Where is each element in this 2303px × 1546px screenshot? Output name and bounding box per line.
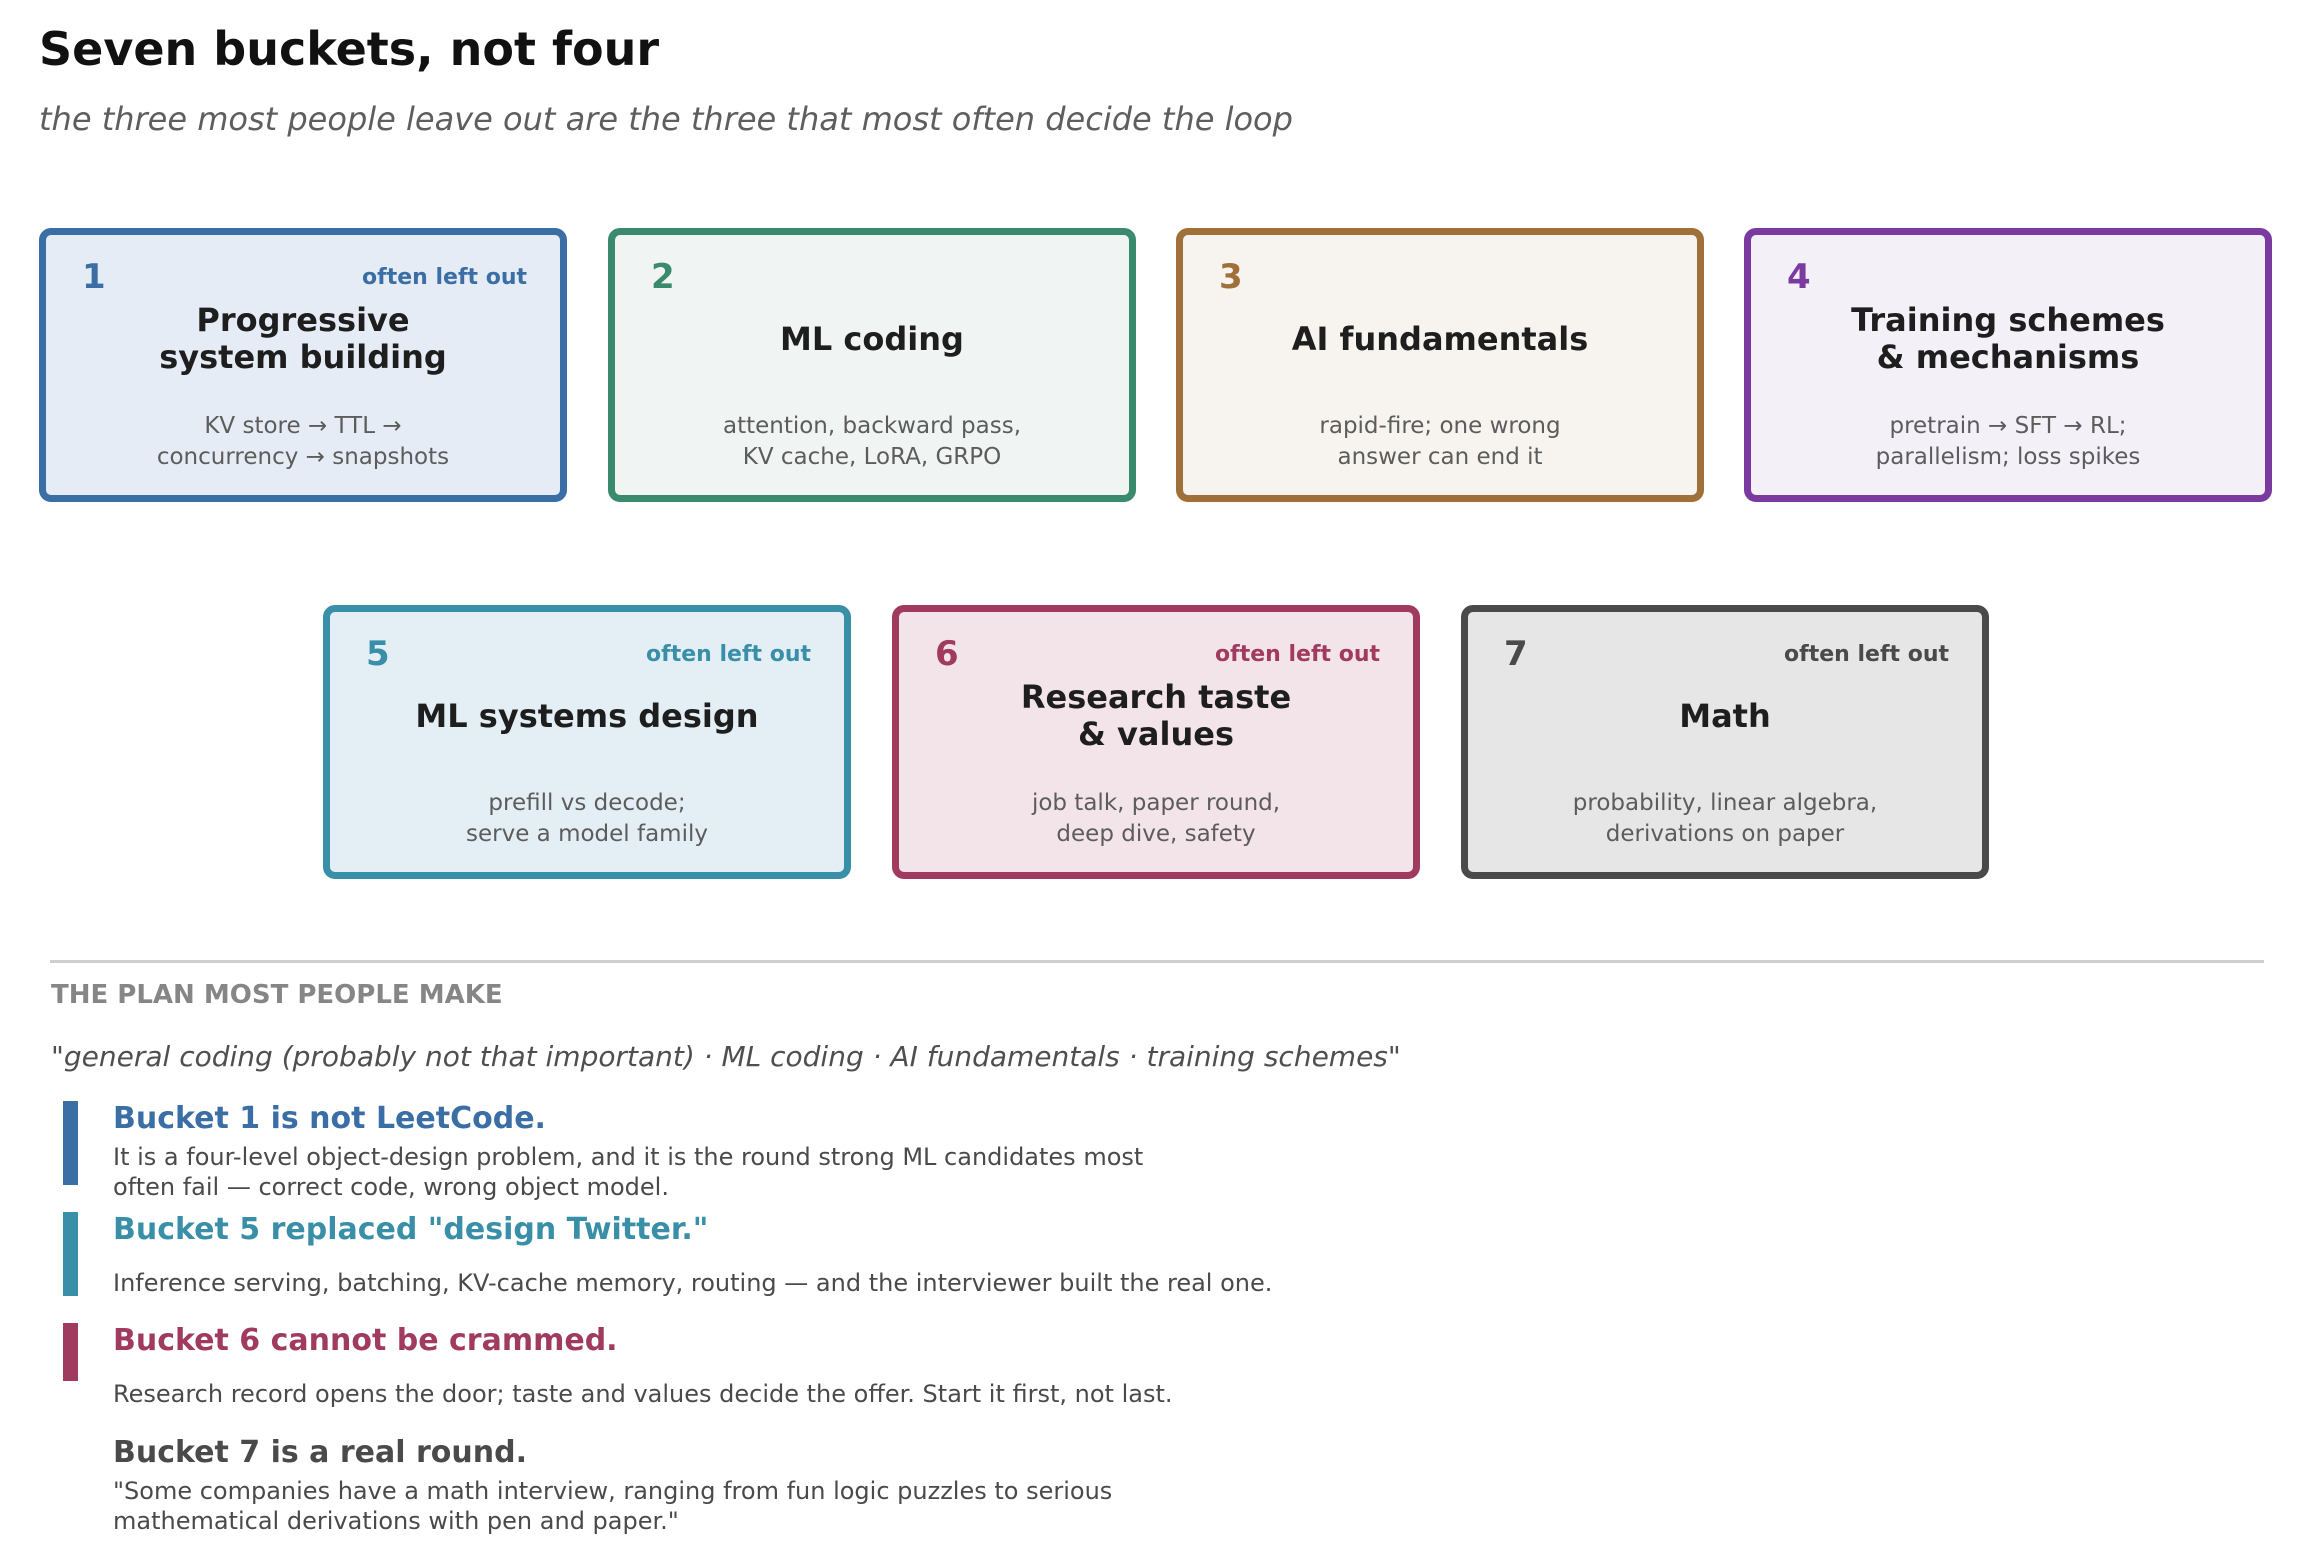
- bucket-title: ML coding: [780, 319, 964, 358]
- bucket-description: job talk, paper round, deep dive, safety: [1031, 790, 1281, 847]
- page-title: Seven buckets, not four: [39, 22, 660, 76]
- bucket-title: Math: [1679, 696, 1771, 735]
- note-accent-bar: [63, 1212, 78, 1296]
- note-body: Research record opens the door; taste an…: [113, 1380, 1173, 1408]
- left-out-flag: often left out: [1215, 642, 1380, 667]
- note-accent-bar: [63, 1101, 78, 1185]
- bucket-description: pretrain → SFT → RL; parallelism; loss s…: [1875, 413, 2141, 470]
- note-title: Bucket 6 cannot be crammed.: [113, 1323, 618, 1358]
- page-subtitle: the three most people leave out are the …: [39, 100, 1293, 138]
- note-title: Bucket 7 is a real round.: [113, 1435, 527, 1470]
- bucket-card-4: 4 Training schemes & mechanisms pretrain…: [1744, 228, 2272, 502]
- bucket-card-3: 3 AI fundamentals rapid-fire; one wrong …: [1176, 228, 1704, 502]
- bucket-description: attention, backward pass, KV cache, LoRA…: [722, 413, 1022, 470]
- section-divider: [50, 960, 2264, 963]
- note-body: "Some companies have a math interview, r…: [113, 1477, 1113, 1535]
- bucket-description: prefill vs decode; serve a model family: [466, 790, 708, 847]
- note-body: Inference serving, batching, KV-cache me…: [113, 1269, 1273, 1297]
- bucket-title: AI fundamentals: [1291, 319, 1589, 358]
- left-out-flag: often left out: [646, 642, 811, 667]
- bucket-card-6: 6 often left out Research taste & values…: [892, 605, 1420, 879]
- bucket-title: Training schemes & mechanisms: [1851, 301, 2165, 376]
- bucket-card-5: 5 often left out ML systems design prefi…: [323, 605, 851, 879]
- bucket-description: rapid-fire; one wrong answer can end it: [1319, 413, 1561, 470]
- plan-heading: THE PLAN MOST PEOPLE MAKE: [51, 980, 503, 1010]
- bucket-title: Progressive system building: [159, 301, 447, 376]
- note-body: It is a four-level object-design problem…: [113, 1143, 1144, 1201]
- bucket-description: probability, linear algebra, derivations…: [1572, 790, 1878, 847]
- note-title: Bucket 1 is not LeetCode.: [113, 1101, 546, 1136]
- bucket-card-1: 1 often left out Progressive system buil…: [39, 228, 567, 502]
- left-out-flag: often left out: [362, 265, 527, 290]
- note-title: Bucket 5 replaced "design Twitter.": [113, 1212, 709, 1247]
- bucket-title: ML systems design: [415, 696, 759, 735]
- bucket-card-2: 2 ML coding attention, backward pass, KV…: [608, 228, 1136, 502]
- bucket-description: KV store → TTL → concurrency → snapshots: [156, 413, 450, 470]
- bucket-title: Research taste & values: [1020, 678, 1292, 753]
- bucket-card-7: 7 often left out Math probability, linea…: [1461, 605, 1989, 879]
- left-out-flag: often left out: [1784, 642, 1949, 667]
- note-accent-bar: [63, 1323, 78, 1381]
- plan-quote: "general coding (probably not that impor…: [51, 1040, 1401, 1073]
